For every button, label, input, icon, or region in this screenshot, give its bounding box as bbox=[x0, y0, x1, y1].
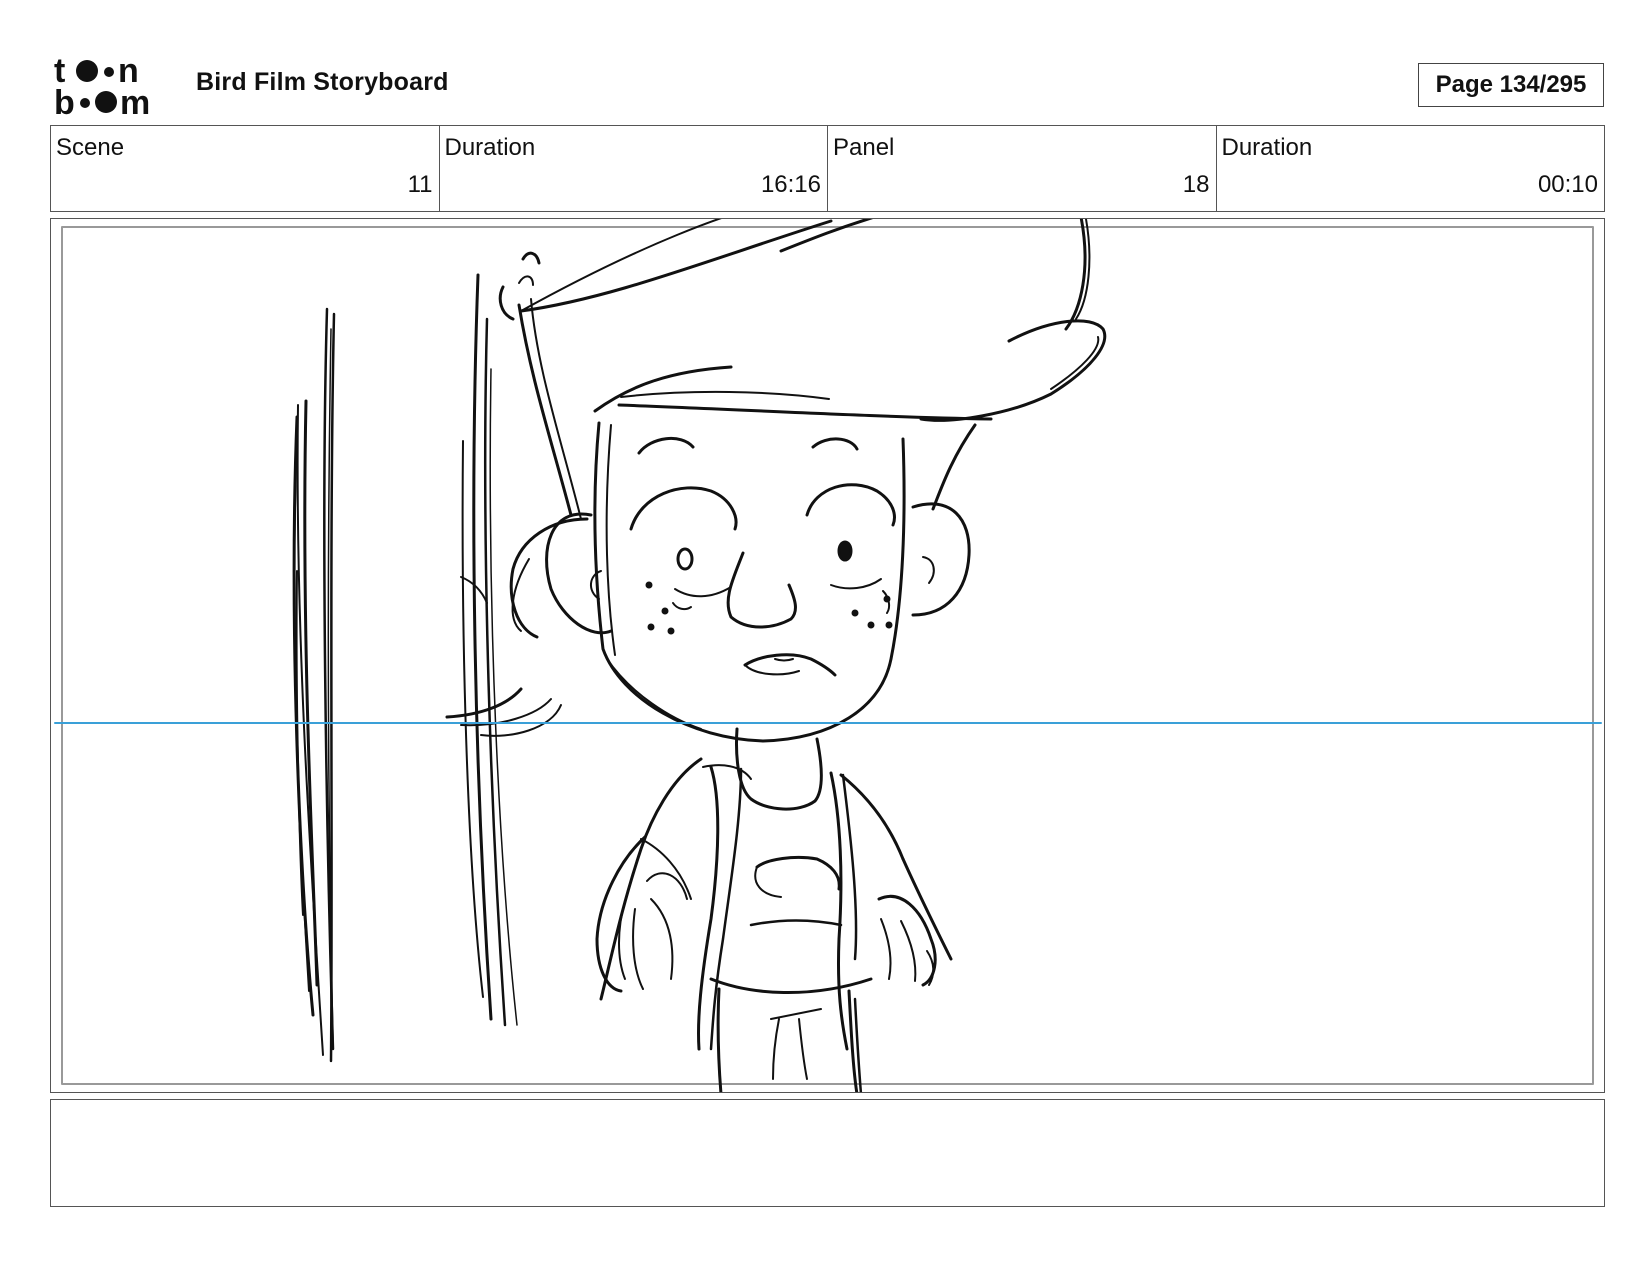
shorts bbox=[770, 1008, 822, 1020]
background-pole-line bbox=[296, 404, 324, 1056]
panel-info-table: Scene 11 Duration 16:16 Panel 18 Duratio… bbox=[50, 125, 1605, 212]
toonboom-logo-mark: t n b m bbox=[54, 52, 150, 122]
right-ear bbox=[911, 502, 971, 617]
panel-value: 18 bbox=[1182, 171, 1210, 198]
mouth bbox=[774, 658, 794, 662]
waist bbox=[709, 977, 873, 995]
scene-duration-label: Duration bbox=[444, 134, 536, 161]
panel-duration-cell: Duration 00:10 bbox=[1217, 126, 1605, 211]
panel-duration-label: Duration bbox=[1221, 134, 1313, 161]
panel-notes-area[interactable] bbox=[50, 1099, 1605, 1207]
left-hand bbox=[650, 898, 674, 980]
hair-outline bbox=[520, 219, 722, 312]
left-eye-lid bbox=[629, 486, 738, 531]
vest-right bbox=[829, 771, 849, 1051]
right-ear-detail bbox=[922, 556, 935, 584]
storyboard-title: Bird Film Storyboard bbox=[196, 68, 449, 96]
left-hand bbox=[632, 908, 644, 990]
logo-dot bbox=[95, 91, 117, 113]
right-pupil bbox=[837, 540, 853, 562]
left-pupil bbox=[676, 547, 694, 571]
left-eye-bag bbox=[674, 586, 732, 598]
cheek-mark bbox=[672, 602, 692, 611]
logo-letter-b: b bbox=[54, 84, 75, 118]
face-outline bbox=[593, 421, 906, 743]
freckle bbox=[851, 609, 859, 617]
scene-duration-value: 16:16 bbox=[760, 171, 821, 198]
chest bbox=[755, 855, 841, 891]
bangs-right bbox=[931, 423, 977, 511]
background-pole-line bbox=[303, 399, 319, 987]
face-outline bbox=[606, 658, 702, 730]
storyboard-panel bbox=[50, 218, 1605, 1093]
ponytail bbox=[480, 704, 562, 737]
scene-value: 11 bbox=[407, 171, 433, 198]
freckle bbox=[885, 621, 893, 629]
right-eyebrow bbox=[811, 437, 859, 451]
right-hand bbox=[900, 920, 917, 982]
right-eye-bag bbox=[830, 578, 882, 590]
freckle bbox=[661, 607, 669, 615]
page-indicator: Page 134/295 bbox=[1418, 63, 1604, 107]
chest bbox=[749, 919, 843, 927]
mouth bbox=[744, 664, 800, 676]
logo-dot bbox=[76, 60, 98, 82]
freckle bbox=[645, 581, 653, 589]
vest-right bbox=[841, 773, 858, 961]
panel-cell: Panel 18 bbox=[828, 126, 1217, 211]
bangs-line bbox=[593, 365, 733, 413]
sketch-drawing bbox=[54, 219, 1602, 1092]
background-pole-line bbox=[483, 317, 507, 1027]
logo-letter-m: m bbox=[120, 84, 150, 118]
face-outline bbox=[605, 424, 616, 656]
ponytail bbox=[445, 687, 523, 719]
panel-label: Panel bbox=[833, 134, 895, 161]
scene-label: Scene bbox=[56, 134, 125, 161]
torso-left bbox=[599, 757, 703, 1001]
logo-dot bbox=[104, 67, 114, 77]
nose bbox=[726, 551, 797, 629]
bangs-line bbox=[617, 403, 993, 421]
bangs-line bbox=[620, 390, 830, 400]
chest bbox=[754, 866, 782, 898]
hair-strand bbox=[518, 275, 534, 286]
left-hand bbox=[618, 900, 626, 980]
safe-area-frame bbox=[61, 226, 1594, 1085]
scene-duration-cell: Duration 16:16 bbox=[440, 126, 828, 211]
panel-duration-value: 00:10 bbox=[1537, 171, 1598, 198]
logo-dot bbox=[80, 98, 90, 108]
hair-strand bbox=[521, 251, 541, 265]
freckle bbox=[667, 627, 675, 635]
left-eyebrow bbox=[637, 436, 695, 455]
right-hand bbox=[880, 918, 892, 980]
shorts bbox=[772, 1018, 780, 1080]
hair-outline bbox=[779, 219, 874, 253]
hair-side-left bbox=[517, 303, 573, 517]
leg-left bbox=[716, 987, 723, 1092]
hair-strand bbox=[498, 285, 515, 321]
shorts bbox=[798, 1018, 808, 1080]
freckle bbox=[647, 623, 655, 631]
freckle bbox=[867, 621, 875, 629]
toonboom-logo: t n b m bbox=[54, 52, 172, 122]
hair-side-left bbox=[530, 298, 582, 520]
right-eye-lid bbox=[805, 483, 896, 527]
left-ear bbox=[545, 512, 613, 635]
hair-outline bbox=[1064, 219, 1087, 331]
scene-cell: Scene 11 bbox=[51, 126, 440, 211]
vest-left bbox=[709, 767, 743, 1051]
